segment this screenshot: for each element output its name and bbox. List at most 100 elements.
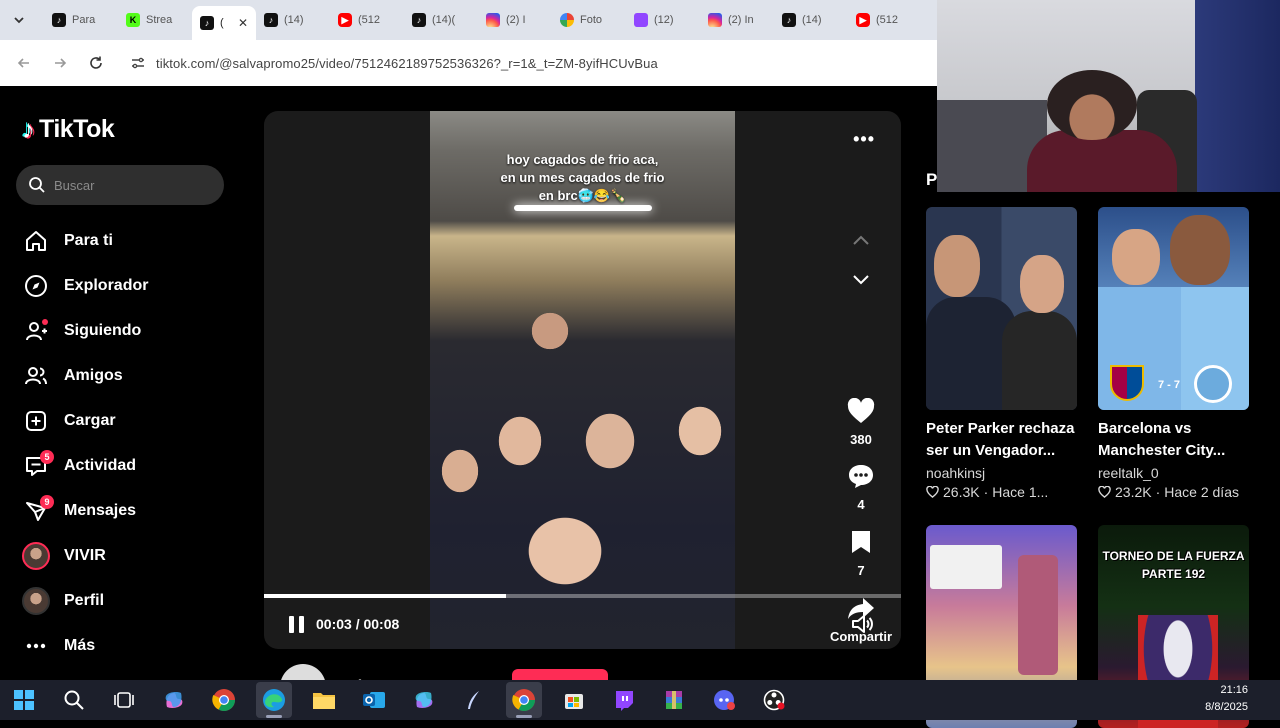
store-app[interactable] — [556, 682, 592, 718]
twitch-favicon — [634, 13, 648, 27]
forward-button[interactable] — [48, 51, 72, 75]
folder-icon — [313, 693, 335, 709]
comment-button[interactable]: 4 — [829, 461, 893, 512]
notification-badge: 5 — [40, 449, 54, 464]
system-clock[interactable]: 21:16 8/8/2025 — [1205, 682, 1248, 716]
google-photos-favicon — [560, 13, 574, 27]
sidebar-item-mas[interactable]: Más — [22, 623, 148, 668]
copilot-pwa-app[interactable] — [406, 682, 442, 718]
copilot-icon — [415, 692, 433, 708]
save-count: 7 — [857, 563, 865, 578]
task-view-button[interactable] — [106, 682, 142, 718]
close-tab-icon[interactable]: ✕ — [238, 16, 248, 30]
clock-date: 8/8/2025 — [1205, 701, 1248, 713]
video-time: 00:03 / 00:08 — [316, 616, 400, 632]
instagram-favicon — [486, 13, 500, 27]
browser-tab[interactable]: ▶ (512 — [848, 5, 922, 35]
search-icon — [64, 690, 84, 710]
heart-icon — [846, 396, 876, 426]
video-player[interactable]: hoy cagados de frio aca, en un mes cagad… — [264, 111, 901, 649]
sidebar-item-para-ti[interactable]: Para ti — [22, 218, 148, 263]
next-video-button[interactable] — [850, 269, 872, 291]
browser-tab[interactable]: (12) — [626, 5, 700, 35]
volume-button[interactable] — [851, 613, 875, 635]
like-button[interactable]: 380 — [829, 396, 893, 447]
compass-icon — [22, 272, 50, 300]
reload-button[interactable] — [84, 51, 108, 75]
heart-outline-icon — [1098, 486, 1111, 498]
tab-search-button[interactable] — [6, 7, 32, 33]
winrar-app[interactable] — [656, 682, 692, 718]
chrome-app-active[interactable] — [506, 682, 542, 718]
chevron-up-icon — [853, 235, 869, 245]
copilot-app[interactable] — [156, 682, 192, 718]
tiktok-favicon: ♪ — [782, 13, 796, 27]
browser-tab-active[interactable]: ♪(✕ — [192, 6, 256, 40]
browser-tab[interactable]: ♪ (14) — [256, 5, 330, 35]
barcelona-crest-icon — [1110, 365, 1144, 401]
video-thumbnail[interactable]: 7 - 7 — [1098, 207, 1249, 410]
edge-app[interactable] — [256, 682, 292, 718]
sidebar-item-actividad[interactable]: 5 Actividad — [22, 443, 148, 488]
previous-video-button[interactable] — [850, 229, 872, 251]
video-caption: hoy cagados de frio aca, en un mes cagad… — [500, 152, 665, 203]
card-author[interactable]: noahkinsj — [926, 465, 1077, 481]
tiktok-favicon: ♪ — [412, 13, 426, 27]
twitch-icon — [616, 691, 633, 711]
browser-tab[interactable]: Foto — [552, 5, 626, 35]
recommendations-heading: P — [926, 170, 938, 189]
arrow-left-icon — [17, 58, 29, 68]
save-button[interactable]: 7 — [829, 527, 893, 578]
browser-tab[interactable]: (2) In — [700, 5, 774, 35]
video-thumbnail[interactable] — [926, 207, 1077, 410]
sidebar-item-perfil[interactable]: Perfil — [22, 578, 148, 623]
comment-icon — [846, 461, 876, 491]
pen-app[interactable] — [456, 682, 492, 718]
sidebar-item-mensajes[interactable]: 9 Mensajes — [22, 488, 148, 533]
card-title[interactable]: Peter Parker rechaza ser un Vengador... — [926, 418, 1077, 462]
twitch-app[interactable] — [606, 682, 642, 718]
file-explorer-app[interactable] — [306, 682, 342, 718]
url-field[interactable]: tiktok.com/@salvapromo25/video/751246218… — [120, 47, 668, 79]
more-options-button[interactable]: ••• — [853, 129, 875, 150]
browser-tab[interactable]: ♪ (14) — [774, 5, 848, 35]
sidebar-item-amigos[interactable]: Amigos — [22, 353, 148, 398]
bookmark-icon — [846, 527, 876, 557]
back-button[interactable] — [12, 51, 36, 75]
browser-tab[interactable]: ♪ (14)( — [404, 5, 478, 35]
taskbar-search-button[interactable] — [56, 682, 92, 718]
sidebar-item-cargar[interactable]: Cargar — [22, 398, 148, 443]
kick-favicon: K — [126, 13, 140, 27]
card-title[interactable]: Barcelona vs Manchester City... — [1098, 418, 1249, 462]
search-input[interactable] — [54, 177, 204, 193]
start-button[interactable] — [6, 682, 42, 718]
search-icon — [29, 177, 45, 193]
pause-button[interactable] — [286, 614, 306, 634]
browser-tab[interactable]: ▶ (512 — [330, 5, 404, 35]
chevron-down-icon — [853, 275, 869, 285]
sidebar-item-explorador[interactable]: Explorador — [22, 263, 148, 308]
browser-tab[interactable]: (2) I — [478, 5, 552, 35]
tiktok-favicon: ♪ — [264, 13, 278, 27]
search-box[interactable] — [16, 165, 224, 205]
obs-app[interactable] — [756, 682, 792, 718]
recommendation-card[interactable]: 7 - 7 Barcelona vs Manchester City... re… — [1098, 207, 1249, 500]
tiktok-favicon: ♪ — [52, 13, 66, 27]
card-author[interactable]: reeltalk_0 — [1098, 465, 1249, 481]
friends-icon — [22, 362, 50, 390]
site-settings-icon[interactable] — [130, 55, 146, 71]
video-progress-bar[interactable] — [264, 594, 901, 598]
sidebar-item-siguiendo[interactable]: Siguiendo — [22, 308, 148, 353]
video-frame[interactable]: hoy cagados de frio aca, en un mes cagad… — [430, 111, 735, 649]
sidebar-item-vivir[interactable]: VIVIR — [22, 533, 148, 578]
notification-badge: 9 — [40, 494, 54, 509]
browser-tab[interactable]: ♪ Para — [44, 5, 118, 35]
browser-tab[interactable]: K Strea — [118, 5, 192, 35]
discord-app[interactable] — [706, 682, 742, 718]
outlook-app[interactable] — [356, 682, 392, 718]
outlook-icon — [363, 692, 385, 708]
heart-outline-icon — [926, 486, 939, 498]
tiktok-logo[interactable]: ♪ TikTok — [22, 114, 115, 145]
chrome-app[interactable] — [206, 682, 242, 718]
recommendation-card[interactable]: Peter Parker rechaza ser un Vengador... … — [926, 207, 1077, 500]
